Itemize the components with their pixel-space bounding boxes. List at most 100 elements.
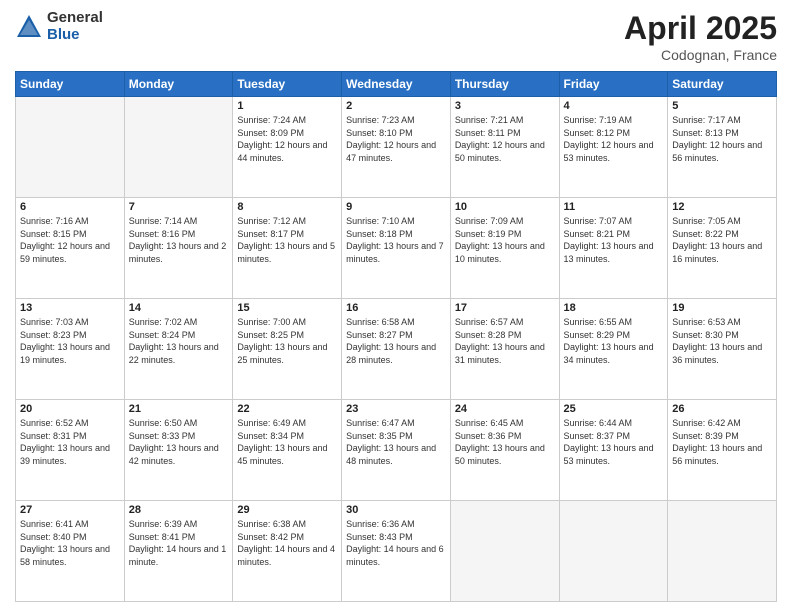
calendar-cell: 27Sunrise: 6:41 AMSunset: 8:40 PMDayligh… <box>16 501 125 602</box>
calendar-cell: 2 Sunrise: 7:23 AMSunset: 8:10 PMDaylight… <box>342 97 451 198</box>
day-number: 12 <box>672 201 772 213</box>
calendar-cell: 1Sunrise: 7:24 AMSunset: 8:09 PMDaylight… <box>233 97 342 198</box>
calendar-cell <box>16 97 125 198</box>
calendar-cell <box>124 97 233 198</box>
header: General Blue April 2025 Codognan, France <box>15 10 777 63</box>
calendar-week-4: 20Sunrise: 6:52 AMSunset: 8:31 PMDayligh… <box>16 400 777 501</box>
day-number: 14 <box>129 302 229 314</box>
title-block: April 2025 Codognan, France <box>624 10 777 63</box>
day-info: Sunrise: 6:49 AMSunset: 8:34 PMDaylight:… <box>237 417 337 467</box>
day-info: Sunrise: 6:50 AMSunset: 8:33 PMDaylight:… <box>129 417 229 467</box>
day-number: 18 <box>564 302 664 314</box>
day-info: Sunrise: 7:00 AMSunset: 8:25 PMDaylight:… <box>237 316 337 366</box>
day-number: 5 <box>672 100 772 112</box>
day-number: 19 <box>672 302 772 314</box>
day-number: 2 <box>346 100 446 112</box>
calendar-cell: 26Sunrise: 6:42 AMSunset: 8:39 PMDayligh… <box>668 400 777 501</box>
calendar-cell: 12 Sunrise: 7:05 AMSunset: 8:22 PMDayligh… <box>668 198 777 299</box>
day-info: Sunrise: 7:12 AMSunset: 8:17 PMDaylight:… <box>237 215 337 265</box>
calendar-cell: 17Sunrise: 6:57 AMSunset: 8:28 PMDayligh… <box>450 299 559 400</box>
day-number: 24 <box>455 403 555 415</box>
day-info: Sunrise: 7:14 AMSunset: 8:16 PMDaylight:… <box>129 215 229 265</box>
day-number: 29 <box>237 504 337 516</box>
day-number: 16 <box>346 302 446 314</box>
day-number: 13 <box>20 302 120 314</box>
calendar-cell: 19Sunrise: 6:53 AMSunset: 8:30 PMDayligh… <box>668 299 777 400</box>
calendar-cell: 25 Sunrise: 6:44 AMSunset: 8:37 PMDayligh… <box>559 400 668 501</box>
calendar-cell: 15 Sunrise: 7:00 AMSunset: 8:25 PMDayligh… <box>233 299 342 400</box>
calendar-week-5: 27Sunrise: 6:41 AMSunset: 8:40 PMDayligh… <box>16 501 777 602</box>
calendar-cell: 10Sunrise: 7:09 AMSunset: 8:19 PMDayligh… <box>450 198 559 299</box>
day-info: Sunrise: 6:52 AMSunset: 8:31 PMDaylight:… <box>20 417 120 467</box>
calendar-week-3: 13 Sunrise: 7:03 AMSunset: 8:23 PMDayligh… <box>16 299 777 400</box>
weekday-header-friday: Friday <box>559 72 668 97</box>
weekday-header-saturday: Saturday <box>668 72 777 97</box>
day-number: 17 <box>455 302 555 314</box>
calendar-cell: 29 Sunrise: 6:38 AMSunset: 8:42 PMDayligh… <box>233 501 342 602</box>
day-number: 15 <box>237 302 337 314</box>
calendar-cell: 8Sunrise: 7:12 AMSunset: 8:17 PMDaylight… <box>233 198 342 299</box>
logo-blue-text: Blue <box>47 27 103 44</box>
day-info: Sunrise: 7:21 AMSunset: 8:11 PMDaylight:… <box>455 114 555 164</box>
calendar-cell: 21Sunrise: 6:50 AMSunset: 8:33 PMDayligh… <box>124 400 233 501</box>
calendar-cell: 9Sunrise: 7:10 AMSunset: 8:18 PMDaylight… <box>342 198 451 299</box>
calendar-cell: 4 Sunrise: 7:19 AMSunset: 8:12 PMDaylight… <box>559 97 668 198</box>
calendar-table: SundayMondayTuesdayWednesdayThursdayFrid… <box>15 71 777 602</box>
day-number: 26 <box>672 403 772 415</box>
day-info: Sunrise: 7:02 AMSunset: 8:24 PMDaylight:… <box>129 316 229 366</box>
calendar-cell: 13 Sunrise: 7:03 AMSunset: 8:23 PMDayligh… <box>16 299 125 400</box>
day-number: 1 <box>237 100 337 112</box>
day-number: 3 <box>455 100 555 112</box>
day-info: Sunrise: 7:10 AMSunset: 8:18 PMDaylight:… <box>346 215 446 265</box>
day-number: 25 <box>564 403 664 415</box>
weekday-header-wednesday: Wednesday <box>342 72 451 97</box>
day-info: Sunrise: 6:44 AMSunset: 8:37 PMDaylight:… <box>564 417 664 467</box>
calendar-cell: 18Sunrise: 6:55 AMSunset: 8:29 PMDayligh… <box>559 299 668 400</box>
calendar-cell: 23Sunrise: 6:47 AMSunset: 8:35 PMDayligh… <box>342 400 451 501</box>
day-number: 7 <box>129 201 229 213</box>
day-info: Sunrise: 7:17 AMSunset: 8:13 PMDaylight:… <box>672 114 772 164</box>
logo-text: General Blue <box>47 10 103 43</box>
day-info: Sunrise: 6:47 AMSunset: 8:35 PMDaylight:… <box>346 417 446 467</box>
calendar-cell <box>668 501 777 602</box>
day-info: Sunrise: 6:39 AMSunset: 8:41 PMDaylight:… <box>129 518 229 568</box>
calendar-week-2: 6 Sunrise: 7:16 AMSunset: 8:15 PMDaylight… <box>16 198 777 299</box>
calendar-cell: 22 Sunrise: 6:49 AMSunset: 8:34 PMDayligh… <box>233 400 342 501</box>
logo-icon <box>15 13 43 41</box>
day-number: 6 <box>20 201 120 213</box>
day-info: Sunrise: 7:05 AMSunset: 8:22 PMDaylight:… <box>672 215 772 265</box>
calendar-cell: 20Sunrise: 6:52 AMSunset: 8:31 PMDayligh… <box>16 400 125 501</box>
calendar-cell <box>559 501 668 602</box>
calendar-cell: 6 Sunrise: 7:16 AMSunset: 8:15 PMDaylight… <box>16 198 125 299</box>
calendar-cell: 16 Sunrise: 6:58 AMSunset: 8:27 PMDayligh… <box>342 299 451 400</box>
calendar-cell: 3 Sunrise: 7:21 AMSunset: 8:11 PMDaylight… <box>450 97 559 198</box>
calendar-cell: 5 Sunrise: 7:17 AMSunset: 8:13 PMDaylight… <box>668 97 777 198</box>
day-info: Sunrise: 7:03 AMSunset: 8:23 PMDaylight:… <box>20 316 120 366</box>
calendar-cell: 11 Sunrise: 7:07 AMSunset: 8:21 PMDayligh… <box>559 198 668 299</box>
weekday-header-thursday: Thursday <box>450 72 559 97</box>
day-number: 10 <box>455 201 555 213</box>
weekday-header-tuesday: Tuesday <box>233 72 342 97</box>
weekday-header-sunday: Sunday <box>16 72 125 97</box>
calendar-cell: 14 Sunrise: 7:02 AMSunset: 8:24 PMDayligh… <box>124 299 233 400</box>
day-number: 11 <box>564 201 664 213</box>
day-info: Sunrise: 6:58 AMSunset: 8:27 PMDaylight:… <box>346 316 446 366</box>
day-info: Sunrise: 7:16 AMSunset: 8:15 PMDaylight:… <box>20 215 120 265</box>
calendar-cell: 7 Sunrise: 7:14 AMSunset: 8:16 PMDaylight… <box>124 198 233 299</box>
calendar-cell: 28 Sunrise: 6:39 AMSunset: 8:41 PMDayligh… <box>124 501 233 602</box>
calendar-cell <box>450 501 559 602</box>
day-number: 4 <box>564 100 664 112</box>
page: General Blue April 2025 Codognan, France… <box>0 0 792 612</box>
day-info: Sunrise: 7:07 AMSunset: 8:21 PMDaylight:… <box>564 215 664 265</box>
day-number: 28 <box>129 504 229 516</box>
calendar-cell: 30Sunrise: 6:36 AMSunset: 8:43 PMDayligh… <box>342 501 451 602</box>
title-month: April 2025 <box>624 10 777 47</box>
day-info: Sunrise: 7:23 AMSunset: 8:10 PMDaylight:… <box>346 114 446 164</box>
title-location: Codognan, France <box>624 47 777 63</box>
day-info: Sunrise: 7:19 AMSunset: 8:12 PMDaylight:… <box>564 114 664 164</box>
weekday-header-monday: Monday <box>124 72 233 97</box>
calendar-cell: 24 Sunrise: 6:45 AMSunset: 8:36 PMDayligh… <box>450 400 559 501</box>
day-number: 22 <box>237 403 337 415</box>
day-info: Sunrise: 6:45 AMSunset: 8:36 PMDaylight:… <box>455 417 555 467</box>
day-info: Sunrise: 6:38 AMSunset: 8:42 PMDaylight:… <box>237 518 337 568</box>
